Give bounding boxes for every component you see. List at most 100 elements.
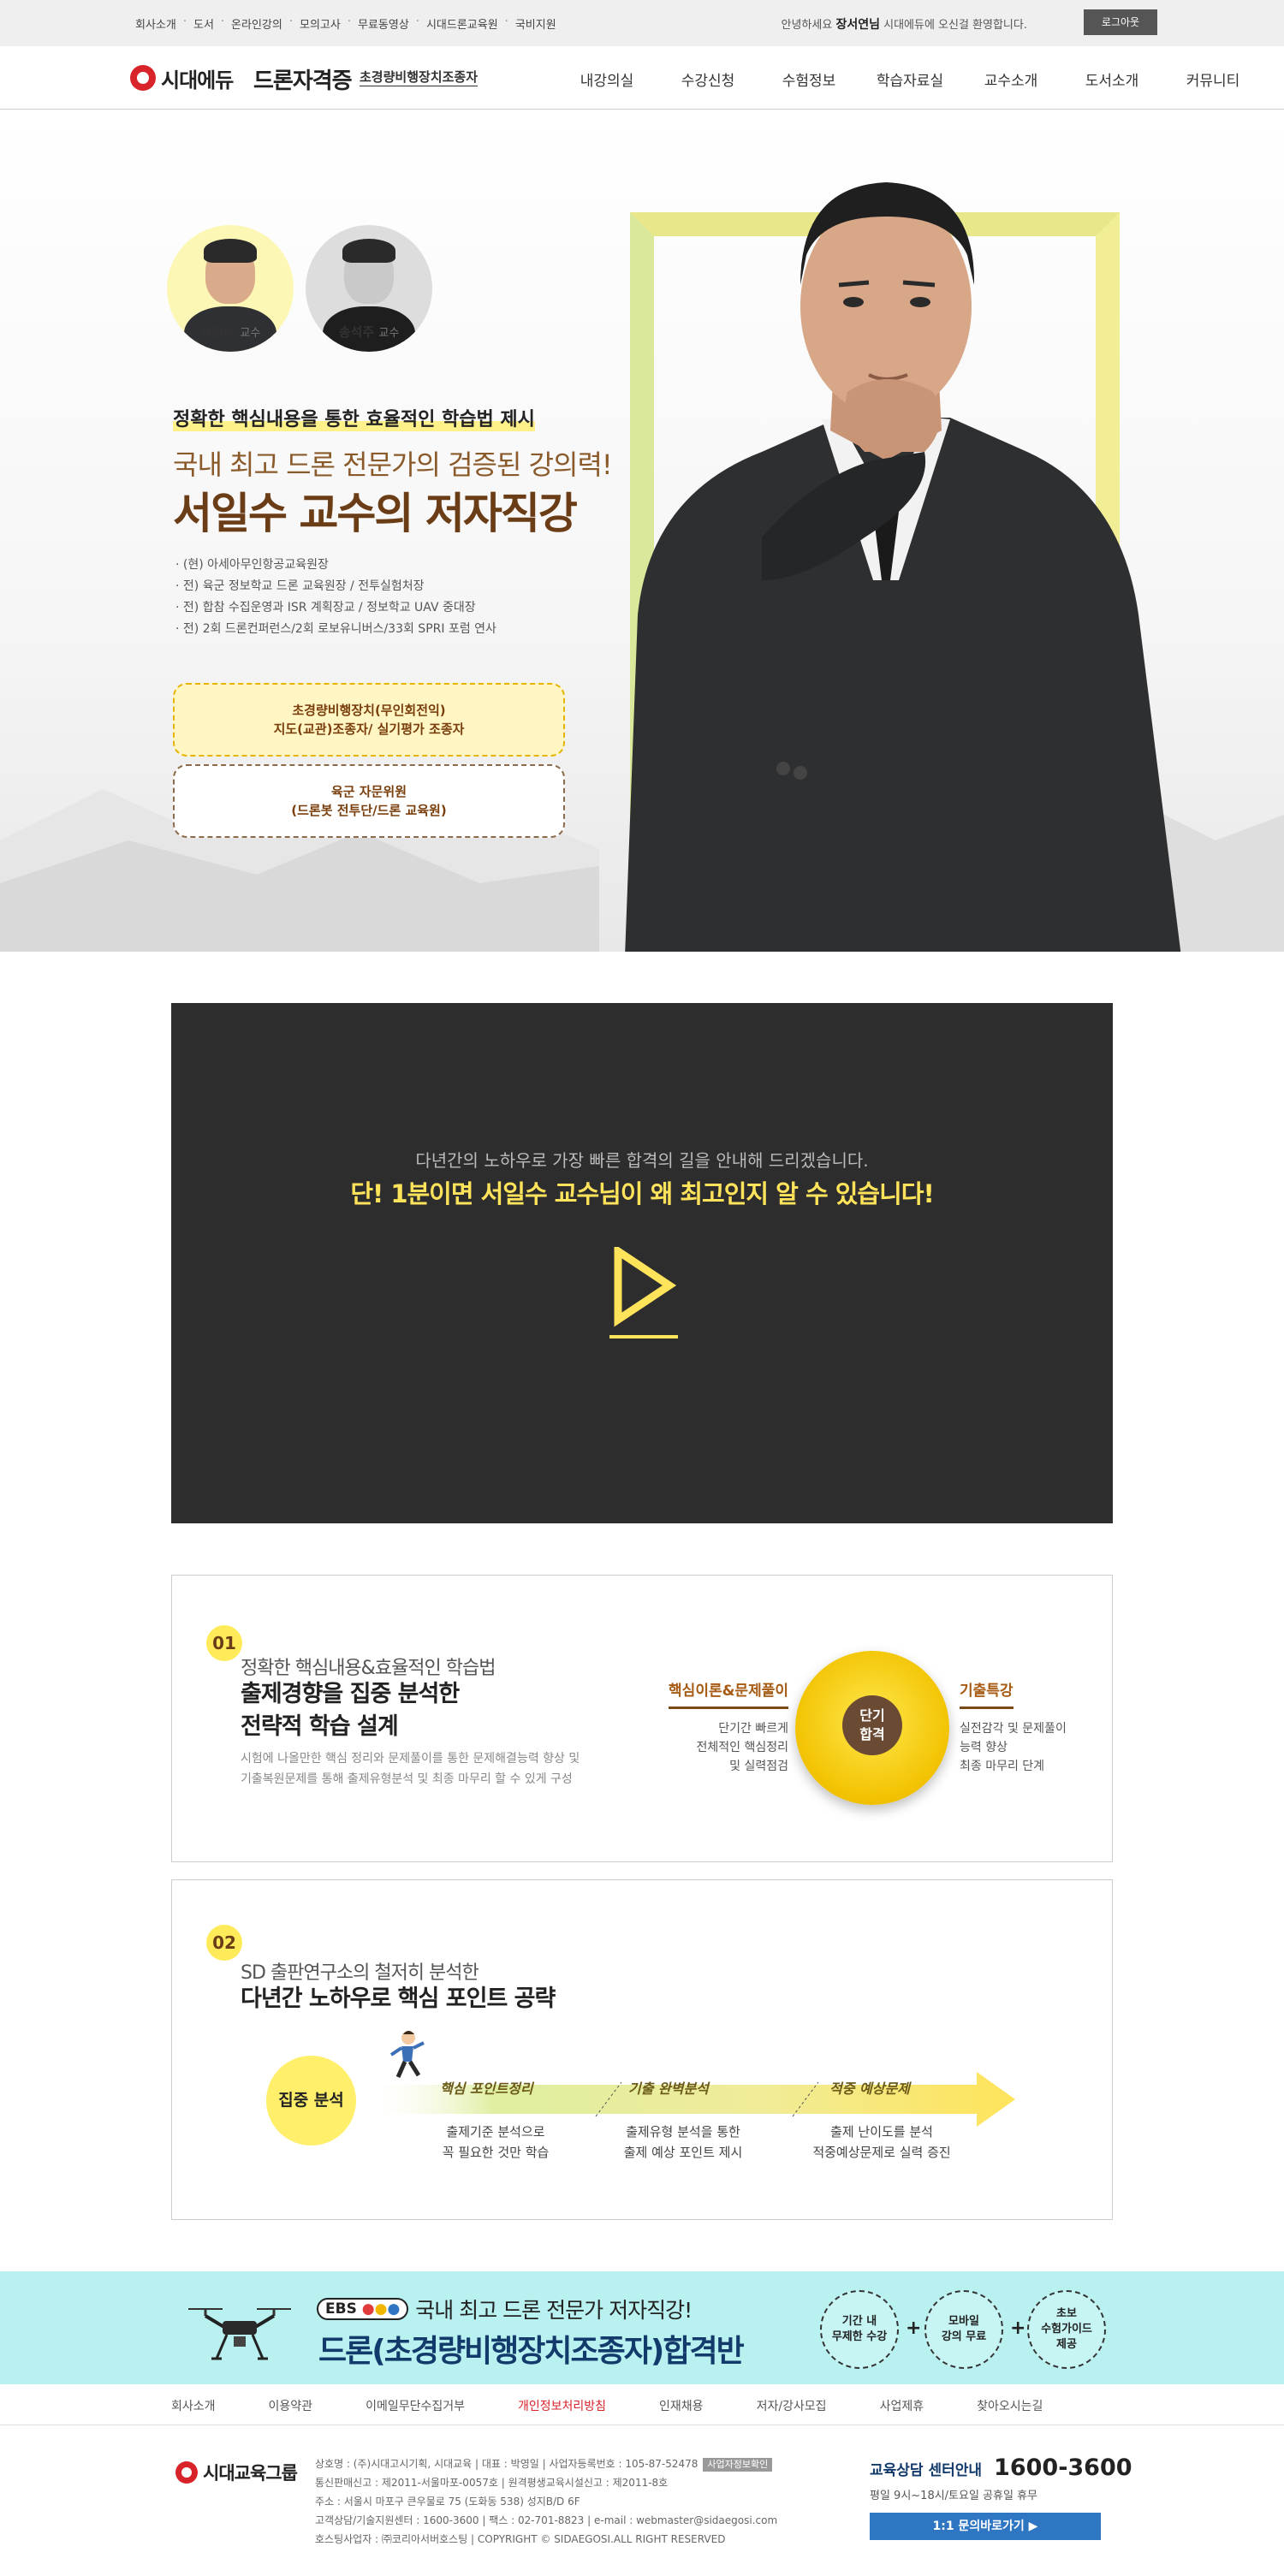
- promo-banner[interactable]: EBS ●●● 국내 최고 드론 전문가 저자직강! 드론(초경량비행장치조종자…: [0, 2271, 1284, 2384]
- avatar-hair: [204, 239, 257, 263]
- highlight-desc-line: 최종 마무리 단계: [960, 1760, 1045, 1773]
- site-logo[interactable]: 시대에듀: [130, 63, 234, 92]
- credential-item: · 전) 합참 수집운영과 ISR 계획장교 / 정보학교 UAV 중대장: [175, 601, 476, 614]
- footer-link-partnership[interactable]: 사업제휴: [880, 2397, 924, 2414]
- credentials-list: · (현) 아세아무인항공교육원장 · 전) 육군 정보학교 드론 교육원장 /…: [175, 555, 496, 640]
- menu-professors[interactable]: 교수소개: [960, 68, 1061, 90]
- step-desc-line: 꼭 필요한 것만 학습: [442, 2145, 550, 2160]
- benefit-text: 제공: [1056, 2338, 1077, 2351]
- util-link-company[interactable]: 회사소개: [130, 15, 181, 32]
- feature-number: 01: [206, 1625, 242, 1661]
- company-info-line: 호스팅사업자 : ㈜코리아서버호스팅 | COPYRIGHT © SIDAEGO…: [315, 2533, 726, 2545]
- cs-header: 교육상담 센터안내 1600-3600: [870, 2454, 1132, 2481]
- site-title: 드론자격증: [253, 68, 353, 94]
- company-info-line: 주소 : 서울시 마포구 큰우물로 75 (도화동 538) 성지B/D 6F: [315, 2496, 580, 2508]
- util-sep: ·: [288, 15, 293, 28]
- video-player[interactable]: 다년간의 노하우로 가장 빠른 합격의 길을 안내해 드리겠습니다. 단! 1분…: [171, 1003, 1113, 1523]
- play-icon[interactable]: [609, 1247, 678, 1341]
- util-sep: ·: [347, 15, 351, 28]
- professor-title: 교수: [378, 327, 400, 340]
- step-desc-line: 적중예상문제로 실력 증진: [812, 2145, 951, 2160]
- footer-link-careers[interactable]: 인재채용: [659, 2397, 704, 2414]
- video-headline: 단! 1분이면 서일수 교수님이 왜 최고인지 알 수 있습니다!: [350, 1179, 934, 1208]
- biz-info-button[interactable]: 사업자정보확인: [703, 2458, 773, 2472]
- footer-link-terms[interactable]: 이용약관: [269, 2397, 313, 2414]
- avatar-hair: [342, 239, 395, 263]
- video-caption: 다년간의 노하우로 가장 빠른 합격의 길을 안내해 드리겠습니다.: [415, 1150, 869, 1171]
- menu-community[interactable]: 커뮤니티: [1162, 68, 1263, 90]
- feature-subtitle: 정확한 핵심내용&효율적인 학습법: [241, 1658, 496, 1679]
- circle-text: 단기: [859, 1707, 885, 1724]
- professor-label-seo: 서일수 교수: [167, 323, 294, 341]
- cs-title: 교육상담 센터안내: [870, 2462, 983, 2479]
- highlight-title: 기출특강: [960, 1678, 1014, 1709]
- feature-number: 02: [206, 1925, 242, 1961]
- benefit-text: 초보: [1056, 2307, 1077, 2320]
- logout-button[interactable]: 로그아웃: [1084, 9, 1157, 35]
- menu-my-classroom[interactable]: 내강의실: [556, 68, 657, 90]
- step-desc-2: 출제유형 분석을 통한 출제 예상 포인트 제시: [589, 2122, 777, 2163]
- util-sep: ·: [220, 15, 225, 28]
- hero-section: 서일수 교수 송석주 교수 정확한 핵심내용을 통한 효율적인 학습법 제시 국…: [0, 110, 1284, 952]
- company-info: 상호명 : (주)시대고시기획, 시대교육 | 대표 : 박영일 | 사업자등록…: [315, 2454, 777, 2549]
- highlight-desc-line: 및 실력점검: [729, 1760, 788, 1773]
- footer-link-email-policy[interactable]: 이메일무단수집거부: [366, 2397, 465, 2414]
- credential-item: · 전) 육군 정보학교 드론 교육원장 / 전투실험처장: [175, 579, 425, 593]
- plus-icon: +: [1010, 2318, 1026, 2339]
- banner-line2: 드론(초경량비행장치조종자)합격반: [318, 2334, 745, 2369]
- util-link-free-video[interactable]: 무료동영상: [353, 15, 414, 32]
- footer-logo-text: 시대교육그룹: [203, 2463, 298, 2484]
- short-term-pass-circle: 단기 합격: [795, 1651, 949, 1805]
- feature-subtitle: SD 출판연구소의 철저히 분석한: [241, 1962, 479, 1984]
- step-desc-line: 출제 예상 포인트 제시: [623, 2145, 743, 2160]
- badge-line: 지도(교관)조종자/ 실기평가 조종자: [273, 721, 465, 737]
- util-link-books[interactable]: 도서: [188, 15, 219, 32]
- customer-service: 교육상담 센터안내 1600-3600 평일 9시~18시/토요일 공휴일 휴무 …: [870, 2454, 1132, 2540]
- step-desc-line: 출제 난이도를 분석: [830, 2124, 933, 2140]
- ebs-text: EBS: [325, 2300, 357, 2318]
- banner-line1: 국내 최고 드론 전문가 저자직강!: [415, 2298, 693, 2323]
- footer-link-directions[interactable]: 찾아오시는길: [977, 2397, 1043, 2414]
- credential-item: · 전) 2회 드론컨퍼런스/2회 로보유니버스/33회 SPRI 포럼 연사: [175, 622, 496, 636]
- menu-books[interactable]: 도서소개: [1061, 68, 1162, 90]
- greeting: 안녕하세요 장서연님 시대에듀에 오신걸 환영합니다.: [781, 15, 1027, 33]
- greeting-post: 시대에듀에 오신걸 환영합니다.: [883, 19, 1027, 32]
- company-info-line: 고객상담/기술지원센터 : 1600-3600 | 팩스 : 02-701-88…: [315, 2514, 778, 2526]
- menu-resources[interactable]: 학습자료실: [859, 68, 960, 90]
- logo-text: 시대에듀: [161, 68, 234, 92]
- step-desc-line: 출제기준 분석으로: [446, 2124, 545, 2140]
- highlight-desc-line: 전체적인 핵심정리: [696, 1741, 789, 1754]
- ebs-logo: EBS ●●●: [317, 2298, 409, 2320]
- footer-link-privacy[interactable]: 개인정보처리방침: [518, 2397, 606, 2414]
- footer-links: 회사소개 이용약관 이메일무단수집거부 개인정보처리방침 인재채용 저자/강사모…: [171, 2397, 1096, 2414]
- feature-title-line: 전략적 학습 설계: [241, 1713, 399, 1740]
- professor-name: 서일수: [199, 324, 236, 340]
- benefit-text: 기간 내: [841, 2315, 877, 2328]
- hero-tagline: 정확한 핵심내용을 통한 효율적인 학습법 제시: [173, 404, 535, 431]
- credential-badge-advisor: 육군 자문위원 (드론봇 전투단/드론 교육원): [173, 764, 565, 838]
- footer-link-company[interactable]: 회사소개: [171, 2397, 216, 2414]
- company-info-line: 통신판매신고 : 제2011-서울마포-0057호 | 원격평생교육시설신고 :…: [315, 2477, 669, 2489]
- highlight-desc: 실전감각 및 문제풀이 능력 향상 최종 마무리 단계: [960, 1719, 1105, 1776]
- credential-badge-instructor: 초경량비행장치(무인회전익) 지도(교관)조종자/ 실기평가 조종자: [173, 683, 565, 757]
- inquiry-button[interactable]: 1:1 문의바로가기 ▶: [870, 2513, 1101, 2540]
- benefit-circle-unlimited: 기간 내 무제한 수강: [820, 2290, 899, 2369]
- plus-icon: +: [906, 2318, 922, 2339]
- banner-headline-row: EBS ●●● 국내 최고 드론 전문가 저자직강!: [317, 2294, 693, 2324]
- util-link-gov[interactable]: 국비지원: [510, 15, 562, 32]
- util-link-mock[interactable]: 모의고사: [294, 15, 346, 32]
- footer-link-author-recruit[interactable]: 저자/강사모집: [757, 2397, 827, 2414]
- util-link-drone[interactable]: 시대드론교육원: [421, 15, 503, 32]
- util-sep: ·: [182, 15, 187, 28]
- util-link-online[interactable]: 온라인강의: [226, 15, 288, 32]
- badge-line: 육군 자문위원: [330, 784, 407, 799]
- menu-exam-info[interactable]: 수험정보: [758, 68, 859, 90]
- util-sep: ·: [415, 15, 419, 28]
- benefit-text: 모바일: [948, 2315, 979, 2328]
- footer-links-bar: 회사소개 이용약관 이메일무단수집거부 개인정보처리방침 인재채용 저자/강사모…: [0, 2384, 1284, 2425]
- highlight-desc-line: 능력 향상: [960, 1741, 1008, 1754]
- info-text: 상호명 : (주)시대고시기획, 시대교육 | 대표 : 박영일 | 사업자등록…: [315, 2458, 698, 2470]
- hero-subheading: 국내 최고 드론 전문가의 검증된 강의력!: [173, 448, 613, 481]
- utility-bar: 회사소개 · 도서 · 온라인강의 · 모의고사 · 무료동영상 · 시대드론교육원 · 국…: [0, 0, 1284, 46]
- menu-enroll[interactable]: 수강신청: [657, 68, 758, 90]
